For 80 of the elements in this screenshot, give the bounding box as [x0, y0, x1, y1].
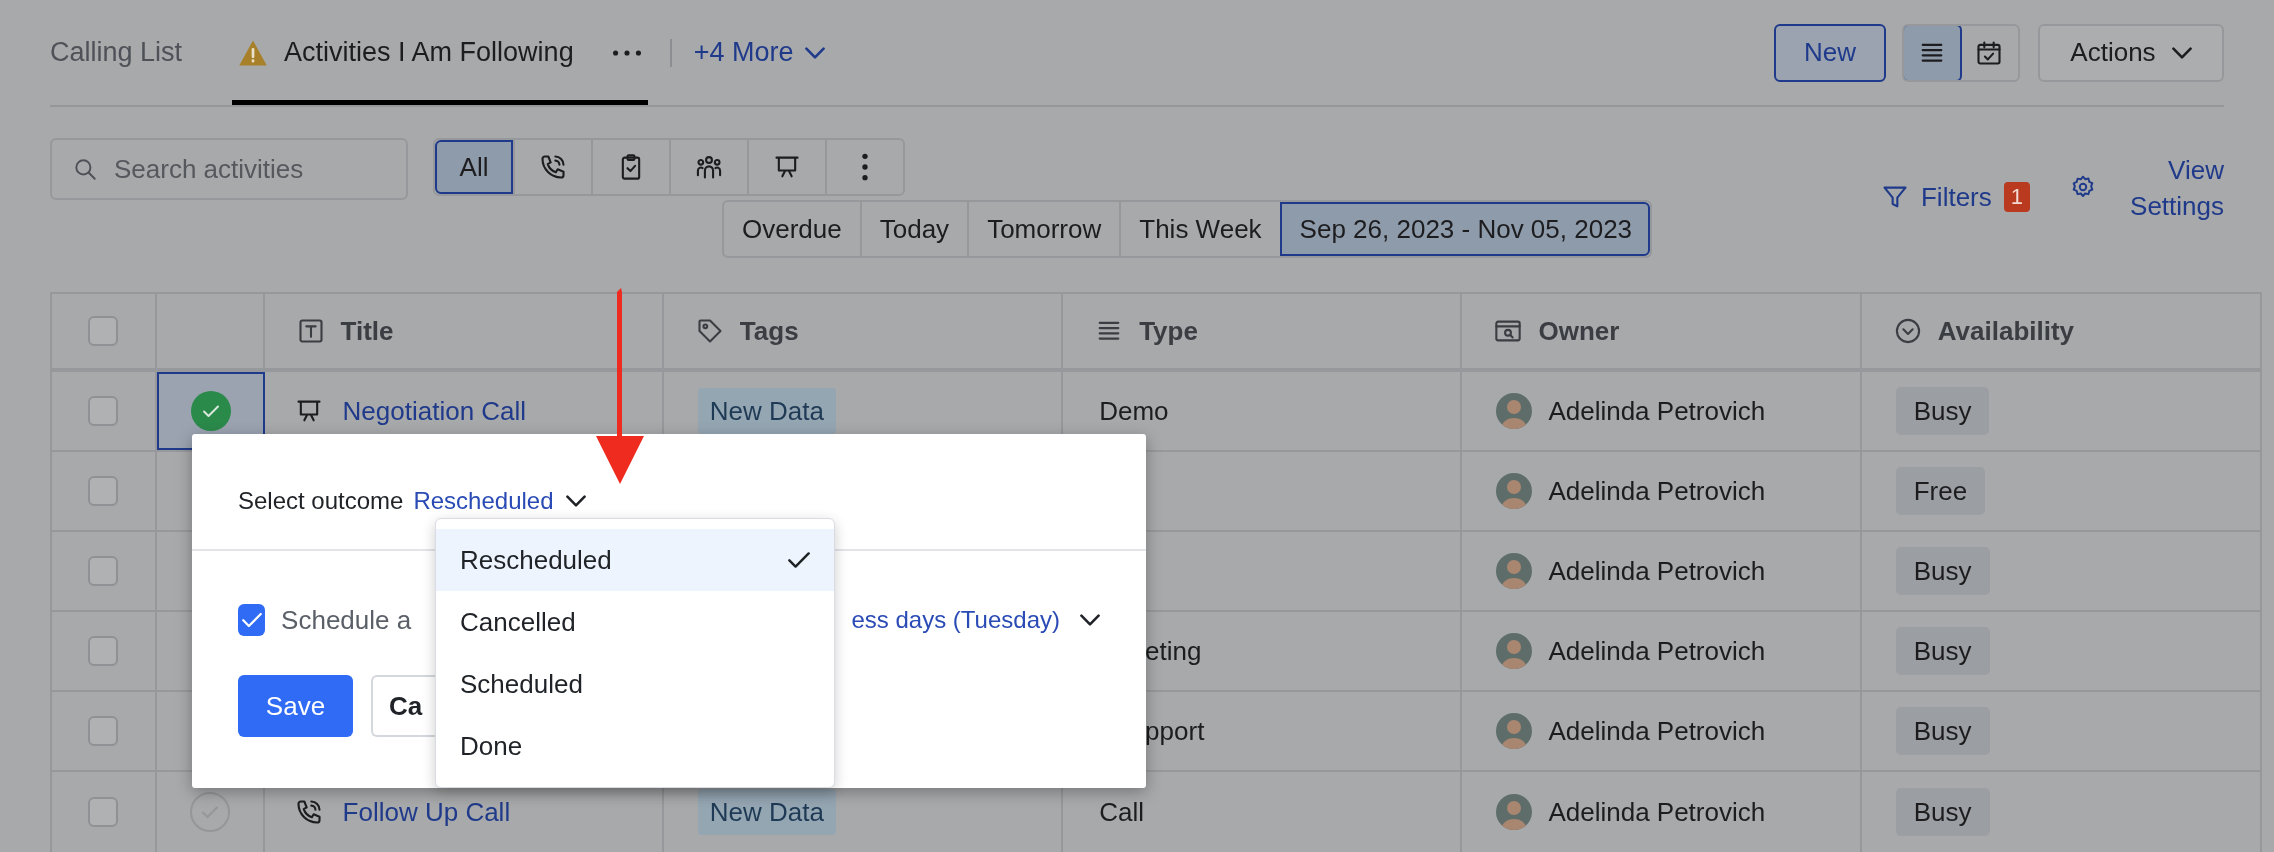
search-field[interactable]: Search activities [50, 138, 408, 200]
menu-item[interactable]: Cancelled [436, 591, 834, 653]
avatar [1496, 713, 1533, 749]
more-icon [611, 48, 642, 57]
column-header[interactable]: Title [340, 311, 394, 351]
follow-up-dropdown[interactable]: ess days (Tuesday) [851, 602, 1100, 638]
owner-name: Adelinda Petrovich [1548, 474, 1766, 508]
availability-pill: Busy [1895, 387, 1990, 435]
availability-pill: Busy [1895, 627, 1990, 675]
checkbox[interactable] [88, 636, 119, 666]
tab[interactable]: Activities I Am Following [232, 0, 648, 105]
chevron-down-icon [2171, 46, 2192, 59]
chevron-down-icon [805, 46, 826, 59]
checkbox[interactable] [238, 604, 266, 636]
type-text: Call [1099, 795, 1144, 829]
chevron-circle-icon [1893, 317, 1922, 345]
type-text: Demo [1099, 394, 1169, 428]
owner-name: Adelinda Petrovich [1548, 634, 1766, 668]
more-tabs-link[interactable]: +4 More [693, 32, 826, 73]
tab[interactable]: Calling List [50, 0, 183, 105]
search-icon [72, 156, 98, 182]
availability-pill: Busy [1895, 788, 1990, 836]
date-range-button[interactable]: Sep 26, 2023 - Nov 05, 2023 [1279, 202, 1651, 256]
phone-icon [539, 153, 567, 181]
complete-check-icon[interactable] [190, 391, 231, 431]
check-icon [241, 612, 262, 628]
more-vertical-icon [861, 153, 869, 181]
avatar [1496, 633, 1533, 669]
save-button[interactable]: Save [238, 675, 353, 737]
owner-name: Adelinda Petrovich [1548, 394, 1766, 428]
actions-button[interactable]: Actions [2038, 23, 2224, 82]
avatar [1496, 393, 1533, 429]
calendar-check-icon [1975, 38, 2003, 67]
tag-icon [695, 317, 724, 345]
column-header[interactable]: Owner [1538, 311, 1620, 351]
activity-title-link[interactable]: Follow Up Call [342, 792, 511, 832]
tag: New Data [697, 789, 836, 835]
avatar [1496, 794, 1533, 830]
outcome-label: Select outcome [238, 485, 404, 516]
people-icon [695, 153, 723, 181]
checkbox[interactable] [88, 556, 119, 586]
checkbox[interactable] [88, 797, 119, 827]
type-text: eting [1145, 634, 1202, 668]
column-header[interactable]: Type [1139, 311, 1198, 351]
text-icon [296, 317, 325, 345]
check-icon [788, 552, 810, 568]
view-settings-button[interactable]: View Settings [2070, 152, 2224, 258]
availability-pill: Free [1895, 467, 1986, 515]
checkbox[interactable] [88, 396, 119, 426]
date-range-button[interactable]: Tomorrow [967, 202, 1120, 256]
follow-up-label: Schedule a [281, 603, 413, 637]
owner-name: Adelinda Petrovich [1548, 714, 1766, 748]
tag: New Data [697, 388, 836, 434]
list-view-button[interactable] [1904, 25, 1962, 80]
owner-name: Adelinda Petrovich [1548, 795, 1766, 829]
availability-pill: Busy [1895, 707, 1990, 755]
new-button[interactable]: New [1774, 23, 1886, 82]
all-filter-button[interactable]: All [435, 140, 513, 194]
date-range-button[interactable]: Overdue [724, 202, 860, 256]
column-header[interactable]: Availability [1937, 311, 2075, 351]
settings-icon [2070, 174, 2096, 200]
menu-item[interactable]: Rescheduled [436, 529, 834, 591]
type-text: pport [1145, 714, 1205, 748]
phone-icon [294, 798, 323, 826]
filters-button[interactable]: Filters 1 [1880, 172, 2030, 222]
chevron-down-icon [565, 494, 586, 507]
count-badge: 1 [2003, 182, 2030, 212]
owner-name: Adelinda Petrovich [1548, 554, 1766, 588]
avatar [1496, 473, 1533, 509]
activity-title-link[interactable]: Negotiation Call [342, 391, 527, 431]
column-header[interactable]: Tags [739, 311, 799, 351]
checkbox[interactable] [88, 316, 119, 346]
avatar [1496, 553, 1533, 589]
checkbox[interactable] [88, 716, 119, 746]
outcome-dropdown[interactable]: Rescheduled [413, 482, 586, 519]
chevron-down-icon [1080, 614, 1100, 626]
checkbox[interactable] [88, 476, 119, 506]
availability-pill: Busy [1895, 547, 1990, 595]
complete-check-icon[interactable] [189, 792, 230, 832]
date-range-button[interactable]: Today [859, 202, 968, 256]
